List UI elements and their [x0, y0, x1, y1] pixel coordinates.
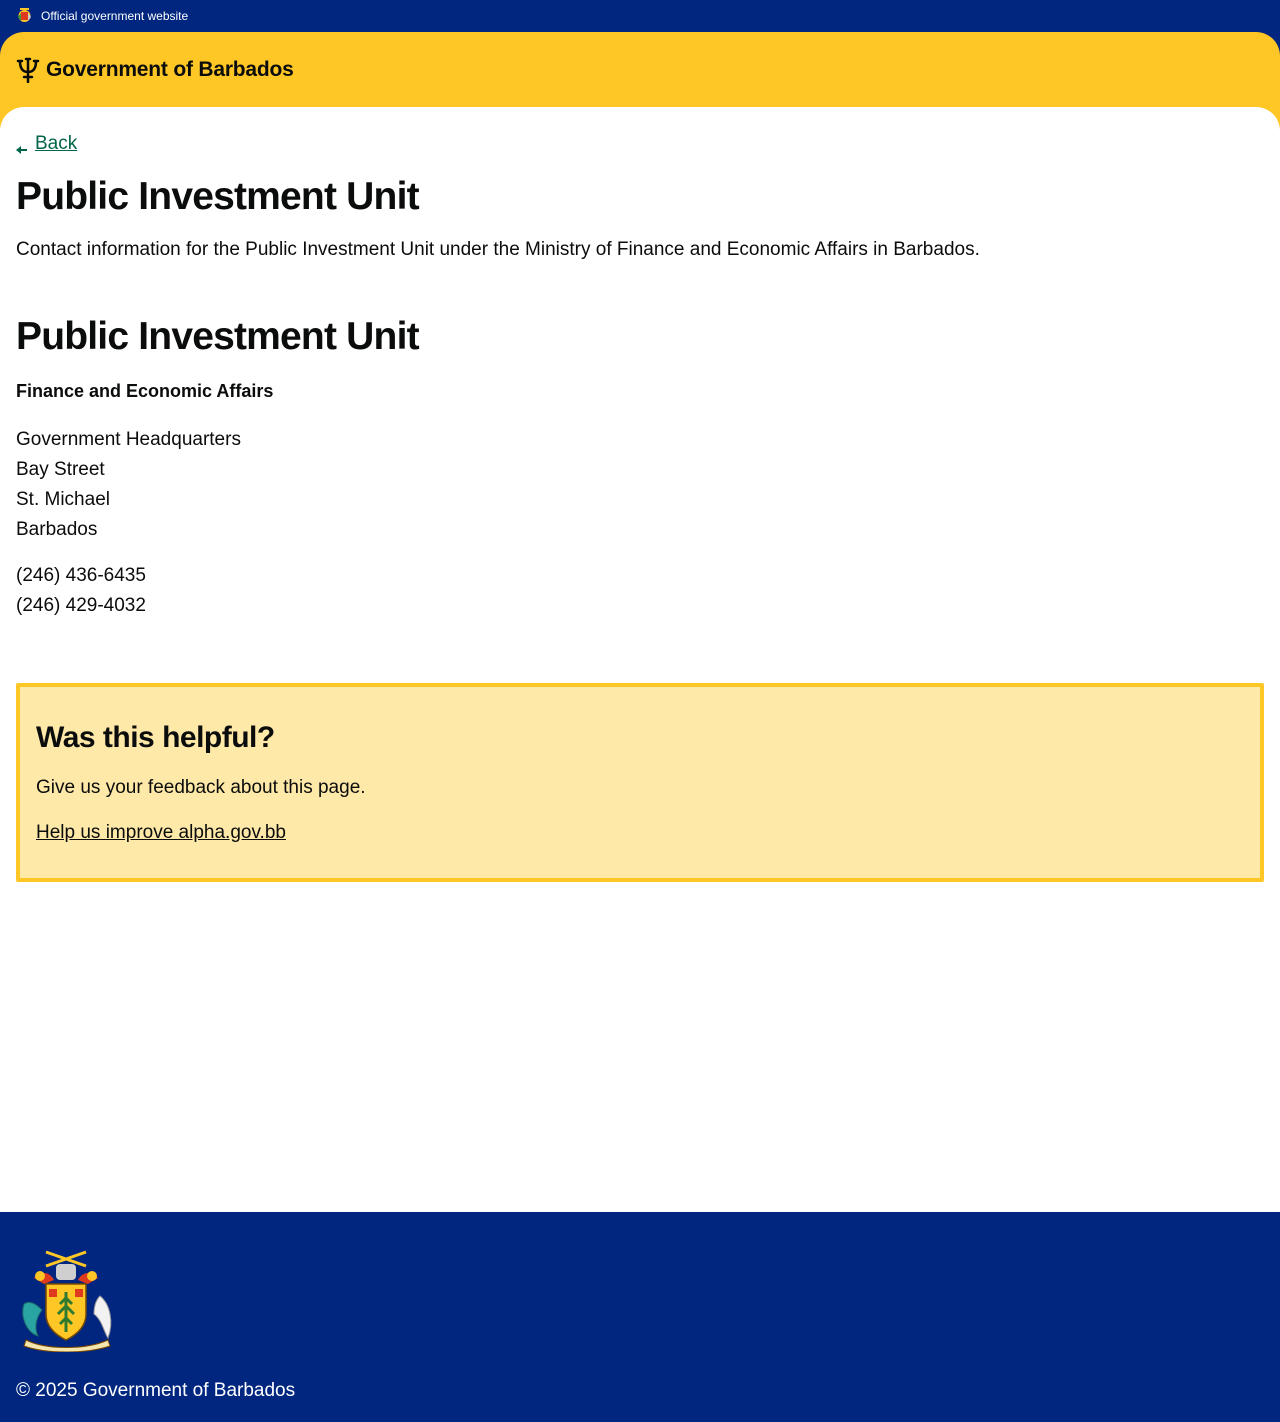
phone-number: (246) 429-4032 — [16, 595, 146, 616]
arrow-left-icon — [16, 139, 28, 154]
coat-of-arms-icon — [16, 7, 33, 25]
site-footer: © 2025 Government of Barbados — [0, 1212, 1280, 1422]
address-line: Government Headquarters — [16, 429, 241, 450]
official-banner: Official government website — [0, 0, 1280, 32]
coat-of-arms-icon — [16, 1244, 117, 1353]
contact-title: Public Investment Unit — [16, 315, 420, 358]
feedback-text: Give us your feedback about this page. — [36, 777, 366, 798]
trident-icon — [16, 57, 40, 84]
copyright-text: © 2025 Government of Barbados — [16, 1380, 296, 1401]
organisation-name: Finance and Economic Affairs — [16, 381, 274, 401]
feedback-title: Was this helpful? — [36, 721, 275, 754]
page-title: Public Investment Unit — [16, 175, 420, 218]
main-content: Back Public Investment Unit Contact info… — [0, 107, 1280, 1212]
address: Government Headquarters Bay Street St. M… — [16, 425, 241, 545]
back-link[interactable]: Back — [16, 133, 77, 155]
feedback-panel: Was this helpful? Give us your feedback … — [16, 683, 1264, 882]
back-link-label: Back — [35, 133, 78, 154]
phone-numbers: (246) 436-6435 (246) 429-4032 — [16, 561, 146, 621]
address-line: St. Michael — [16, 489, 110, 510]
home-link[interactable]: Government of Barbados — [16, 57, 294, 84]
address-line: Barbados — [16, 519, 98, 540]
official-website-label: Official government website — [41, 9, 189, 23]
site-name: Government of Barbados — [46, 58, 294, 81]
feedback-link[interactable]: Help us improve alpha.gov.bb — [36, 822, 286, 844]
page-description: Contact information for the Public Inves… — [16, 239, 980, 260]
phone-number: (246) 436-6435 — [16, 565, 146, 586]
address-line: Bay Street — [16, 459, 105, 480]
